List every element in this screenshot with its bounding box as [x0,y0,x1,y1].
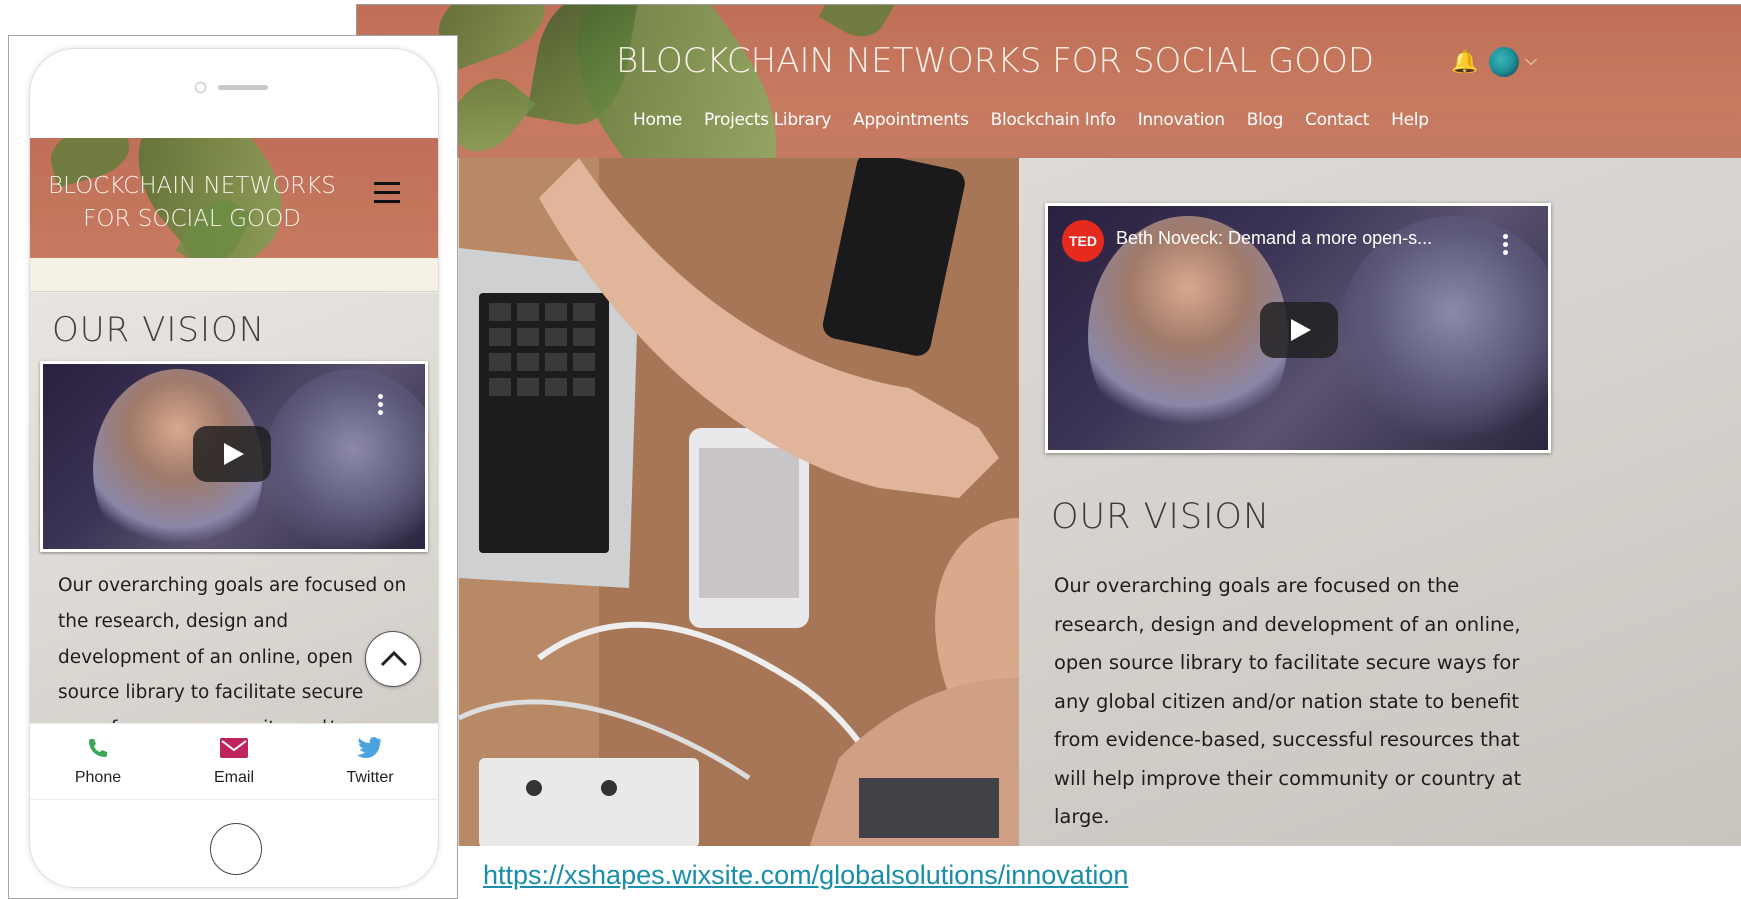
ted-badge: TED [1062,220,1104,262]
nav-item-contact[interactable]: Contact [1305,110,1369,130]
nav-item-projects-library[interactable]: Projects Library [704,110,831,130]
play-button-icon[interactable] [193,426,271,482]
chevron-up-icon [380,650,408,667]
statue-figure [263,369,425,549]
play-button-icon[interactable] [1260,302,1338,358]
statue-figure [1338,216,1548,450]
email-icon [220,738,248,758]
mobile-header: Blockchain Networks for Social Good [30,138,438,258]
nav-item-appointments[interactable]: Appointments [853,110,969,130]
vision-paragraph: These solutions will come in the form of… [1054,837,1554,847]
video-player[interactable]: TED Beth Noveck: Demand a more open-s... [1045,203,1551,453]
more-options-icon[interactable] [378,394,384,418]
vision-paragraph: Our overarching goals are focused on the… [1054,574,1522,828]
member-avatar[interactable] [1489,47,1519,77]
page-url-link[interactable]: https://xshapes.wixsite.com/globalsoluti… [483,860,1128,891]
fist-bump-photo [459,158,1019,846]
hamburger-menu-icon[interactable] [374,182,400,208]
vision-heading: OUR VISION [52,310,266,350]
twitter-icon [357,737,382,758]
camera-icon [195,82,206,93]
site-title[interactable]: Blockchain Networks for Social Good [42,170,342,236]
vision-text: Our overarching goals are focused on the… [1054,567,1554,846]
divider [30,799,438,800]
nav-item-blockchain-info[interactable]: Blockchain Info [991,110,1116,130]
mobile-action-bar: Phone Email Twitter [30,723,438,799]
back-to-top-button[interactable] [365,631,421,687]
phone-action-label: Phone [74,769,122,786]
desktop-site-preview: Blockchain Networks for Social Good 🔔 ⌵ … [356,4,1741,846]
header-strip [30,258,438,292]
more-options-icon[interactable] [1503,234,1509,258]
twitter-action[interactable]: Twitter [302,724,438,799]
site-header: Blockchain Networks for Social Good 🔔 ⌵ … [357,5,1741,158]
speaker-grille [218,85,268,90]
chevron-down-icon[interactable]: ⌵ [1525,51,1545,71]
nav-item-blog[interactable]: Blog [1247,110,1284,130]
nav-item-innovation[interactable]: Innovation [1138,110,1225,130]
nav-item-help[interactable]: Help [1391,110,1429,130]
notification-bell-icon[interactable]: 🔔 [1451,49,1478,75]
home-button[interactable] [210,823,262,875]
twitter-action-label: Twitter [346,769,394,786]
fist-bump-illustration [459,158,1019,846]
site-title[interactable]: Blockchain Networks for Social Good [615,41,1375,81]
email-action[interactable]: Email [166,724,302,799]
video-title[interactable]: Beth Noveck: Demand a more open-s... [1116,228,1432,249]
vision-heading: OUR VISION [1051,497,1271,537]
main-nav: Home Projects Library Appointments Block… [633,110,1429,130]
email-action-label: Email [213,769,254,786]
mobile-preview-frame: Blockchain Networks for Social Good OUR … [8,35,458,899]
phone-action[interactable]: Phone [30,724,166,799]
nav-item-home[interactable]: Home [633,110,682,130]
video-player[interactable] [40,361,428,552]
mobile-vision-section: OUR VISION Our overarching goals are foc… [30,293,438,766]
speaker-figure [1088,216,1288,450]
phone-device: Blockchain Networks for Social Good OUR … [29,48,439,888]
phone-icon [89,739,107,757]
